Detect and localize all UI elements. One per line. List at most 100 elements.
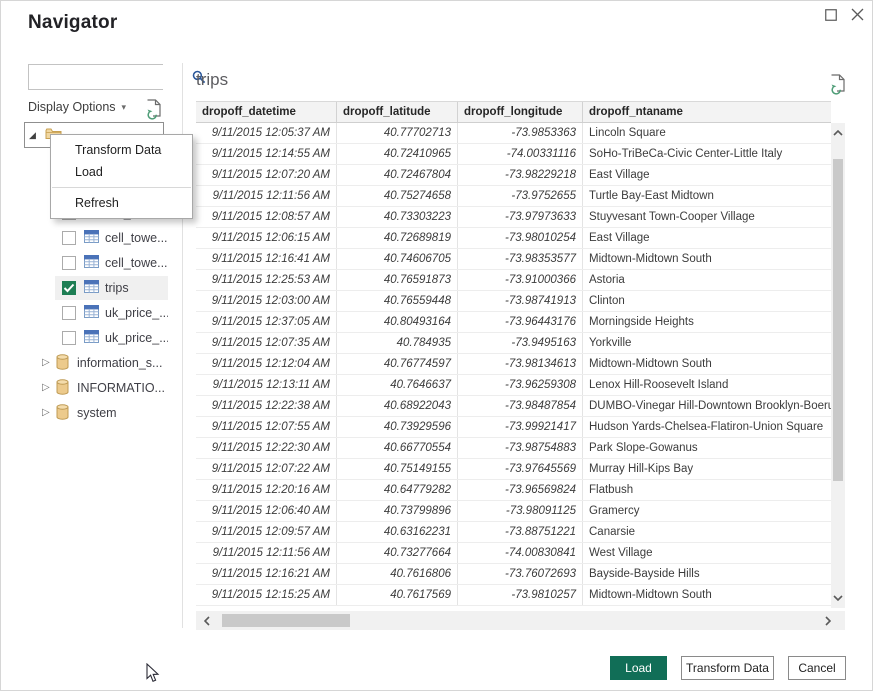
scroll-down-icon[interactable] bbox=[831, 590, 845, 606]
tree-item-cell_towe...[interactable]: cell_towe... bbox=[55, 226, 168, 250]
checkbox-unchecked[interactable] bbox=[62, 231, 76, 245]
refresh-preview-icon[interactable] bbox=[830, 74, 847, 95]
display-options-dropdown[interactable]: Display Options ▾ bbox=[28, 100, 126, 114]
table-cell: Lincoln Square bbox=[583, 123, 831, 143]
column-header-dropoff_latitude[interactable]: dropoff_latitude bbox=[337, 102, 458, 122]
load-button[interactable]: Load bbox=[610, 656, 667, 680]
menu-item-transform-data[interactable]: Transform Data bbox=[51, 139, 192, 161]
expanded-arrow-icon[interactable]: ◢ bbox=[29, 131, 36, 140]
table-cell: East Village bbox=[583, 228, 831, 248]
scroll-up-icon[interactable] bbox=[831, 125, 845, 141]
checkbox-unchecked[interactable] bbox=[62, 331, 76, 345]
table-row: 9/11/2015 12:15:25 AM40.7617569-73.98102… bbox=[196, 585, 831, 606]
table-cell: 40.72467804 bbox=[337, 165, 458, 185]
table-row: 9/11/2015 12:09:57 AM40.63162231-73.8875… bbox=[196, 522, 831, 543]
table-icon bbox=[84, 255, 99, 271]
checkbox-checked[interactable] bbox=[62, 281, 76, 295]
table-cell: -73.96569824 bbox=[458, 480, 583, 500]
checkbox-unchecked[interactable] bbox=[62, 306, 76, 320]
refresh-schema-icon[interactable] bbox=[146, 99, 163, 120]
table-cell: Midtown-Midtown South bbox=[583, 249, 831, 269]
table-row: 9/11/2015 12:07:55 AM40.73929596-73.9992… bbox=[196, 417, 831, 438]
tree-item-label: cell_towe... bbox=[105, 256, 168, 270]
table-cell: 40.66770554 bbox=[337, 438, 458, 458]
table-cell: 40.7617569 bbox=[337, 585, 458, 605]
table-cell: 9/11/2015 12:14:55 AM bbox=[196, 144, 337, 164]
table-cell: 40.76774597 bbox=[337, 354, 458, 374]
collapsed-arrow-icon[interactable]: ▷ bbox=[42, 408, 54, 418]
table-row: 9/11/2015 12:37:05 AM40.80493164-73.9644… bbox=[196, 312, 831, 333]
column-header-dropoff_ntaname[interactable]: dropoff_ntaname bbox=[583, 102, 831, 122]
table-cell: Clinton bbox=[583, 291, 831, 311]
transform-data-button[interactable]: Transform Data bbox=[681, 656, 774, 680]
search-box[interactable] bbox=[28, 64, 163, 90]
maximize-button[interactable] bbox=[822, 8, 840, 26]
menu-item-load[interactable]: Load bbox=[51, 161, 192, 183]
tree-item-cell_towe...[interactable]: cell_towe... bbox=[55, 251, 168, 275]
table-cell: 40.7646637 bbox=[337, 375, 458, 395]
table-cell: East Village bbox=[583, 165, 831, 185]
table-icon bbox=[84, 280, 99, 296]
context-menu: Transform DataLoad Refresh bbox=[50, 134, 193, 219]
table-cell: 9/11/2015 12:06:15 AM bbox=[196, 228, 337, 248]
table-row: 9/11/2015 12:06:40 AM40.73799896-73.9809… bbox=[196, 501, 831, 522]
table-cell: 40.73929596 bbox=[337, 417, 458, 437]
table-cell: 9/11/2015 12:22:30 AM bbox=[196, 438, 337, 458]
tree-item-informatio-[interactable]: ▷INFORMATIO... bbox=[38, 376, 170, 400]
table-cell: -73.88751221 bbox=[458, 522, 583, 542]
table-row: 9/11/2015 12:07:22 AM40.75149155-73.9764… bbox=[196, 459, 831, 480]
collapsed-arrow-icon[interactable]: ▷ bbox=[42, 383, 54, 393]
menu-item-refresh[interactable]: Refresh bbox=[51, 192, 192, 214]
collapsed-arrow-icon[interactable]: ▷ bbox=[42, 358, 54, 368]
table-row: 9/11/2015 12:11:56 AM40.75274658-73.9752… bbox=[196, 186, 831, 207]
table-cell: 40.77702713 bbox=[337, 123, 458, 143]
table-cell: 9/11/2015 12:11:56 AM bbox=[196, 186, 337, 206]
table-cell: -73.96259308 bbox=[458, 375, 583, 395]
database-icon bbox=[56, 379, 69, 398]
table-row: 9/11/2015 12:13:11 AM40.7646637-73.96259… bbox=[196, 375, 831, 396]
table-cell: 40.64779282 bbox=[337, 480, 458, 500]
tree-item-system[interactable]: ▷system bbox=[38, 401, 170, 425]
table-cell: 40.76591873 bbox=[337, 270, 458, 290]
table-cell: 9/11/2015 12:03:00 AM bbox=[196, 291, 337, 311]
column-header-dropoff_longitude[interactable]: dropoff_longitude bbox=[458, 102, 583, 122]
close-button[interactable] bbox=[848, 8, 866, 26]
table-cell: Murray Hill-Kips Bay bbox=[583, 459, 831, 479]
tree-item-uk_price_...[interactable]: uk_price_... bbox=[55, 301, 168, 325]
table-cell: 9/11/2015 12:12:04 AM bbox=[196, 354, 337, 374]
tree-item-trips[interactable]: trips bbox=[55, 276, 168, 300]
column-header-dropoff_datetime[interactable]: dropoff_datetime bbox=[196, 102, 337, 122]
table-row: 9/11/2015 12:07:20 AM40.72467804-73.9822… bbox=[196, 165, 831, 186]
tree-item-label: uk_price_... bbox=[105, 331, 168, 345]
navigator-dialog: Navigator Display Options ▾ ◢cell_towe..… bbox=[0, 0, 873, 691]
tree-item-uk_price_...[interactable]: uk_price_... bbox=[55, 326, 168, 350]
table-cell: 40.73277664 bbox=[337, 543, 458, 563]
horizontal-scroll-thumb[interactable] bbox=[222, 614, 350, 627]
table-cell: 9/11/2015 12:16:41 AM bbox=[196, 249, 337, 269]
table-row: 9/11/2015 12:03:00 AM40.76559448-73.9874… bbox=[196, 291, 831, 312]
scroll-left-icon[interactable] bbox=[198, 611, 216, 630]
table-cell: Midtown-Midtown South bbox=[583, 585, 831, 605]
table-cell: 40.72689819 bbox=[337, 228, 458, 248]
table-cell: West Village bbox=[583, 543, 831, 563]
table-cell: 40.73799896 bbox=[337, 501, 458, 521]
vertical-scroll-thumb[interactable] bbox=[833, 159, 843, 481]
table-body: 9/11/2015 12:05:37 AM40.77702713-73.9853… bbox=[196, 123, 831, 606]
horizontal-scrollbar[interactable] bbox=[196, 611, 845, 630]
checkbox-unchecked[interactable] bbox=[62, 256, 76, 270]
search-input[interactable] bbox=[29, 65, 192, 89]
table-icon bbox=[84, 330, 99, 346]
mouse-cursor-icon bbox=[146, 663, 160, 688]
table-cell: 40.76559448 bbox=[337, 291, 458, 311]
scroll-right-icon[interactable] bbox=[819, 611, 837, 630]
database-icon bbox=[56, 354, 69, 373]
cancel-button[interactable]: Cancel bbox=[788, 656, 846, 680]
vertical-scrollbar[interactable] bbox=[831, 123, 845, 608]
table-cell: -73.99921417 bbox=[458, 417, 583, 437]
table-cell: Flatbush bbox=[583, 480, 831, 500]
table-cell: Bayside-Bayside Hills bbox=[583, 564, 831, 584]
table-cell: 9/11/2015 12:07:35 AM bbox=[196, 333, 337, 353]
table-cell: 9/11/2015 12:37:05 AM bbox=[196, 312, 337, 332]
tree-item-information-s-[interactable]: ▷information_s... bbox=[38, 351, 170, 375]
table-row: 9/11/2015 12:06:15 AM40.72689819-73.9801… bbox=[196, 228, 831, 249]
